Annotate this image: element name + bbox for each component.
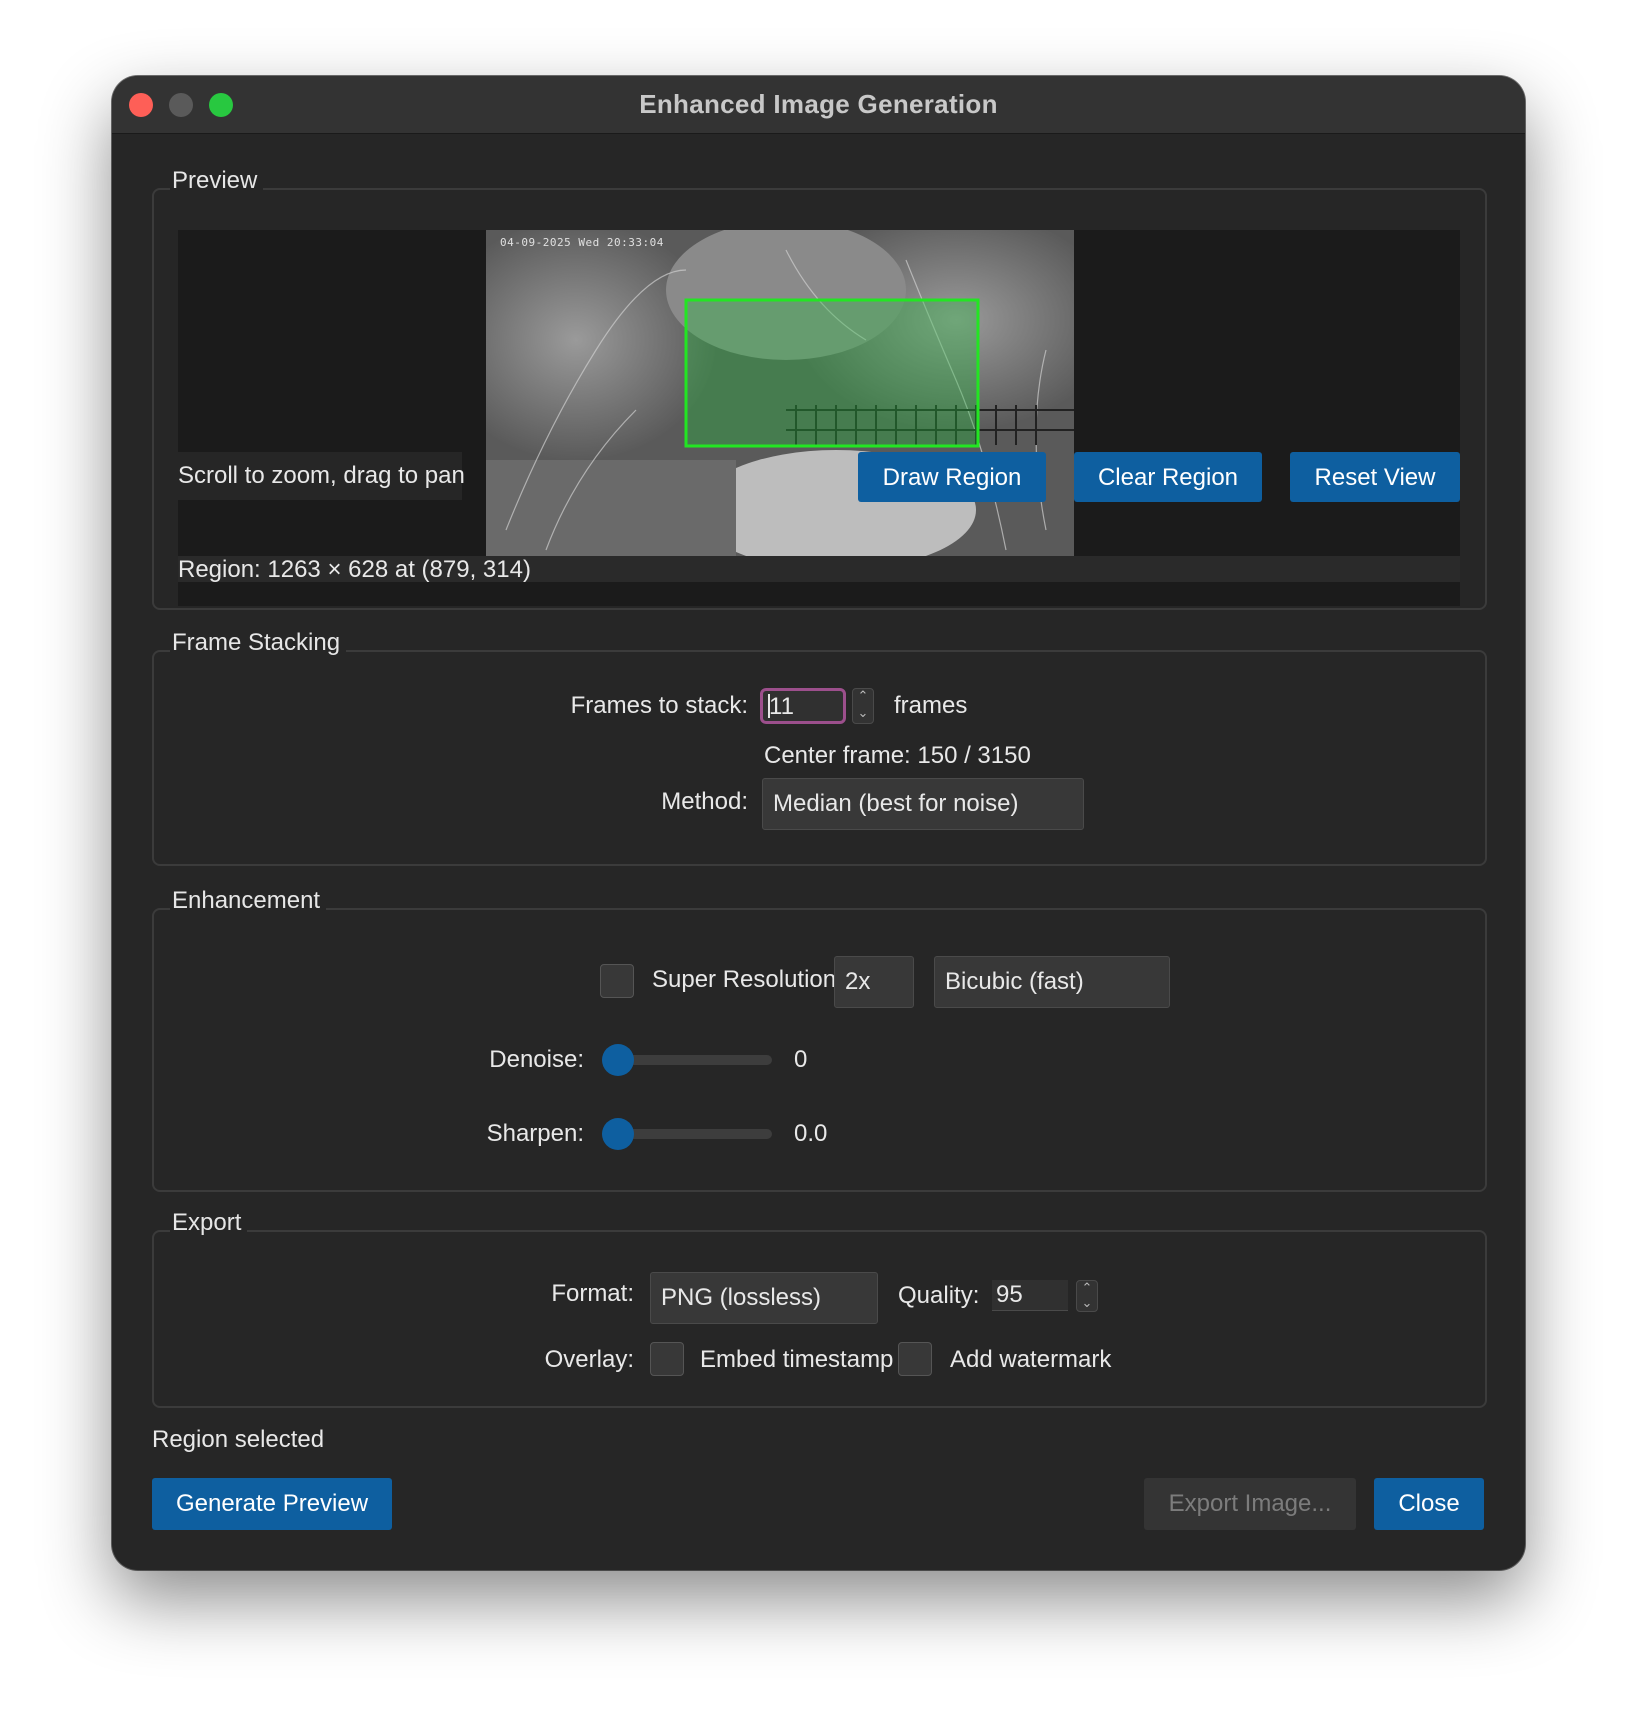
- generate-preview-button[interactable]: Generate Preview: [152, 1478, 392, 1530]
- frames-stepper[interactable]: ⌃ ⌄: [852, 688, 874, 724]
- add-watermark-checkbox[interactable]: [898, 1342, 932, 1376]
- frame-stacking-group: Frame Stacking Frames to stack: 11 ⌃ ⌄ f…: [152, 626, 1487, 866]
- scale-select[interactable]: 2x: [834, 956, 914, 1008]
- region-info-text: Region: 1263 × 628 at (879, 314): [178, 556, 531, 583]
- frames-unit-label: frames: [894, 692, 968, 719]
- method-select[interactable]: Median (best for noise): [762, 778, 1084, 830]
- preview-group: Preview 04-09-2025 Wed 20:33:04 Scroll t…: [152, 164, 1487, 610]
- frames-to-stack-input[interactable]: 11: [760, 688, 846, 724]
- export-group-title: Export: [170, 1206, 248, 1240]
- close-button[interactable]: Close: [1374, 1478, 1484, 1530]
- enhanced-image-dialog: Enhanced Image Generation Preview 04-09-…: [112, 76, 1525, 1570]
- embed-timestamp-checkbox[interactable]: [650, 1342, 684, 1376]
- chevron-down-icon[interactable]: ⌄: [853, 706, 873, 723]
- chevron-up-icon[interactable]: ⌃: [1077, 1281, 1097, 1296]
- frames-to-stack-value: 11: [769, 693, 794, 720]
- sharpen-slider-handle[interactable]: [602, 1118, 634, 1150]
- video-timestamp: 04-09-2025 Wed 20:33:04: [500, 236, 664, 249]
- enhancement-group-title: Enhancement: [170, 884, 327, 918]
- preview-image[interactable]: 04-09-2025 Wed 20:33:04: [486, 230, 1074, 556]
- title-bar: Enhanced Image Generation: [112, 76, 1525, 134]
- format-label: Format:: [551, 1280, 634, 1307]
- export-group: Export Format: PNG (lossless) Quality: 9…: [152, 1206, 1487, 1408]
- chevron-down-icon[interactable]: ⌄: [1077, 1296, 1097, 1311]
- export-image-button[interactable]: Export Image...: [1144, 1478, 1356, 1530]
- chevron-up-icon[interactable]: ⌃: [853, 689, 873, 706]
- frame-stacking-group-title: Frame Stacking: [170, 626, 347, 660]
- draw-region-button[interactable]: Draw Region: [858, 452, 1046, 502]
- preview-canvas[interactable]: 04-09-2025 Wed 20:33:04 Scroll to zoom, …: [178, 230, 1460, 606]
- status-text: Region selected: [152, 1426, 325, 1453]
- zoom-pan-hint-text: Scroll to zoom, drag to pan: [178, 462, 465, 489]
- clear-region-button[interactable]: Clear Region: [1074, 452, 1262, 502]
- camera-frame-image: [486, 230, 1074, 556]
- frames-to-stack-label: Frames to stack:: [570, 692, 748, 719]
- algorithm-select[interactable]: Bicubic (fast): [934, 956, 1170, 1008]
- overlay-label: Overlay:: [544, 1346, 634, 1373]
- denoise-label: Denoise:: [489, 1046, 584, 1073]
- quality-input[interactable]: 95: [992, 1280, 1068, 1311]
- sharpen-label: Sharpen:: [486, 1120, 584, 1147]
- quality-value: 95: [996, 1281, 1023, 1308]
- preview-group-title: Preview: [170, 164, 264, 198]
- enhancement-group: Enhancement Super Resolution 2x Bicubic …: [152, 884, 1487, 1192]
- embed-timestamp-label: Embed timestamp: [700, 1346, 894, 1373]
- method-label: Method:: [661, 788, 748, 815]
- denoise-slider-handle[interactable]: [602, 1044, 634, 1076]
- add-watermark-label: Add watermark: [950, 1346, 1112, 1373]
- region-info-bar: Region: 1263 × 628 at (879, 314): [178, 556, 1460, 583]
- sharpen-value: 0.0: [794, 1120, 828, 1147]
- denoise-value: 0: [794, 1046, 808, 1073]
- reset-view-button[interactable]: Reset View: [1290, 452, 1460, 502]
- selection-region-box: [684, 298, 980, 448]
- super-resolution-label: Super Resolution: [652, 966, 837, 993]
- quality-label: Quality:: [898, 1282, 980, 1309]
- window-title: Enhanced Image Generation: [639, 89, 998, 119]
- quality-stepper[interactable]: ⌃ ⌄: [1076, 1280, 1098, 1312]
- super-resolution-checkbox[interactable]: [600, 964, 634, 998]
- zoom-pan-hint: Scroll to zoom, drag to pan: [178, 452, 465, 500]
- text-cursor: [768, 694, 770, 718]
- center-frame-label: Center frame: 150 / 3150: [764, 742, 1031, 769]
- format-select[interactable]: PNG (lossless): [650, 1272, 878, 1324]
